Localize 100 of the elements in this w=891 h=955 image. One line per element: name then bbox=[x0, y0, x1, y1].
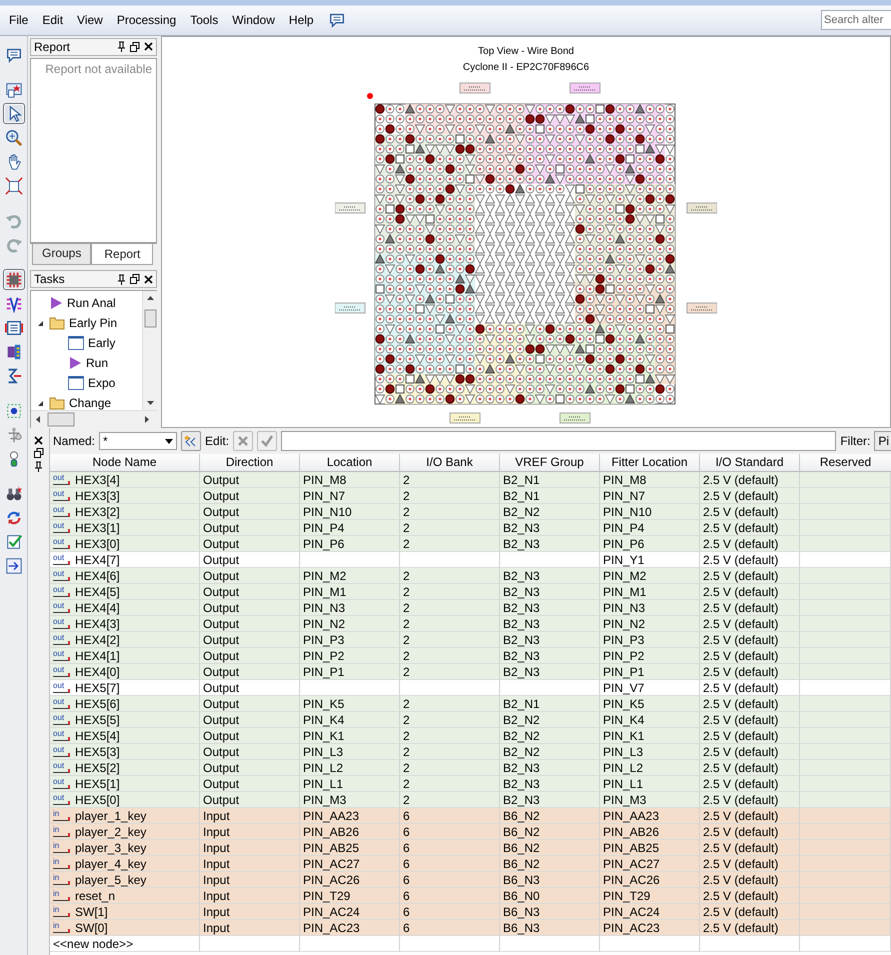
menu-item[interactable]: Help bbox=[282, 13, 321, 27]
table-cell: PIN_M3 bbox=[603, 793, 646, 807]
menu-item[interactable]: File bbox=[2, 13, 36, 27]
table-row[interactable]: in SW[1] Input PIN_AC24 6 B6_N3 PIN_AC24 2.5 V (default) bbox=[50, 904, 891, 920]
column-header[interactable]: VREF Group bbox=[500, 454, 600, 472]
table-cell: 2 bbox=[403, 649, 410, 663]
table-row[interactable]: out HEX5[0] Output PIN_M3 2 B2_N3 PIN_M3 2.5 V (default) bbox=[50, 792, 891, 808]
table-row[interactable]: out HEX4[0] Output PIN_P1 2 B2_N3 PIN_P1 2.5 V (default) bbox=[50, 664, 891, 680]
node-name: HEX4[1] bbox=[75, 648, 120, 663]
panel-tab[interactable]: Report bbox=[91, 244, 154, 266]
table-cell: PIN_N3 bbox=[603, 601, 646, 615]
task-item[interactable]: Early bbox=[88, 336, 116, 350]
table-row[interactable]: out HEX5[5] Output PIN_K4 2 B2_N2 PIN_K4 2.5 V (default) bbox=[50, 712, 891, 728]
filter-button[interactable]: Pi bbox=[874, 431, 891, 451]
table-row[interactable]: out HEX5[3] Output PIN_L3 2 B2_N2 PIN_L3 2.5 V (default) bbox=[50, 744, 891, 760]
column-header[interactable]: Fitter Location bbox=[600, 454, 700, 472]
table-cell: 2.5 V (default) bbox=[703, 537, 778, 551]
table-cell: Output bbox=[203, 633, 240, 647]
table-cell: PIN_L1 bbox=[303, 777, 344, 791]
table-cell: 2.5 V (default) bbox=[703, 665, 778, 679]
table-cell: PIN_M1 bbox=[303, 585, 346, 599]
menu-item[interactable]: Window bbox=[225, 13, 282, 27]
table-row[interactable]: out HEX4[6] Output PIN_M2 2 B2_N3 PIN_M2 2.5 V (default) bbox=[50, 568, 891, 584]
table-row[interactable]: in player_5_key Input PIN_AC26 6 B6_N3 PIN_AC26 2.5 V (default) bbox=[50, 872, 891, 888]
table-row[interactable]: out HEX5[7] Output PIN_V7 2.5 V (default) bbox=[50, 680, 891, 696]
node-name: HEX5[5] bbox=[75, 712, 120, 727]
table-row[interactable]: in SW[0] Input PIN_AC23 6 B6_N3 PIN_AC23 2.5 V (default) bbox=[50, 920, 891, 936]
table-row[interactable]: out HEX4[4] Output PIN_N3 2 B2_N3 PIN_N3 2.5 V (default) bbox=[50, 600, 891, 616]
task-item[interactable]: Early Pin bbox=[69, 316, 118, 330]
table-cell: PIN_L1 bbox=[603, 777, 644, 791]
table-row[interactable]: in player_4_key Input PIN_AC27 6 B6_N2 PIN_AC27 2.5 V (default) bbox=[50, 856, 891, 872]
table-row[interactable]: out HEX5[4] Output PIN_K1 2 B2_N2 PIN_K1 2.5 V (default) bbox=[50, 728, 891, 744]
table-cell: 2.5 V (default) bbox=[703, 553, 778, 567]
table-row[interactable]: out HEX4[5] Output PIN_M1 2 B2_N3 PIN_M1 2.5 V (default) bbox=[50, 584, 891, 600]
table-cell: Output bbox=[203, 649, 240, 663]
table-cell: Input bbox=[203, 921, 230, 935]
table-cell: 2.5 V (default) bbox=[703, 729, 778, 743]
node-name: HEX5[7] bbox=[75, 680, 120, 695]
table-row[interactable]: out HEX4[3] Output PIN_N2 2 B2_N3 PIN_N2 2.5 V (default) bbox=[50, 616, 891, 632]
table-cell: B2_N2 bbox=[503, 505, 540, 519]
node-name: HEX5[0] bbox=[75, 792, 120, 807]
table-cell: 2.5 V (default) bbox=[703, 857, 778, 871]
node-name: player_4_key bbox=[75, 856, 146, 871]
table-row[interactable]: in player_3_key Input PIN_AB25 6 B6_N2 PIN_AB25 2.5 V (default) bbox=[50, 840, 891, 856]
node-name: HEX3[2] bbox=[75, 504, 120, 519]
table-cell: PIN_AB26 bbox=[303, 825, 360, 839]
table-cell: B2_N1 bbox=[503, 697, 540, 711]
node-name: HEX4[0] bbox=[75, 664, 120, 679]
table-row[interactable]: out HEX4[1] Output PIN_P2 2 B2_N3 PIN_P2 2.5 V (default) bbox=[50, 648, 891, 664]
table-row[interactable]: out HEX4[2] Output PIN_P3 2 B2_N3 PIN_P3 2.5 V (default) bbox=[50, 632, 891, 648]
task-item[interactable]: Change bbox=[69, 396, 112, 410]
table-cell: B2_N3 bbox=[503, 601, 540, 615]
table-row[interactable]: out HEX5[1] Output PIN_L1 2 B2_N3 PIN_L1 2.5 V (default) bbox=[50, 776, 891, 792]
table-row[interactable]: out HEX3[3] Output PIN_N7 2 B2_N1 PIN_N7 2.5 V (default) bbox=[50, 488, 891, 504]
table-row[interactable]: out HEX3[0] Output PIN_P6 2 B2_N3 PIN_P6 2.5 V (default) bbox=[50, 536, 891, 552]
menu-item[interactable]: Tools bbox=[183, 13, 226, 27]
table-row[interactable]: out HEX3[4] Output PIN_M8 2 B2_N1 PIN_M8 2.5 V (default) bbox=[50, 472, 891, 488]
column-header[interactable]: Reserved bbox=[800, 454, 891, 472]
table-row[interactable]: in player_1_key Input PIN_AA23 6 B6_N2 PIN_AA23 2.5 V (default) bbox=[50, 808, 891, 824]
column-header[interactable]: I/O Standard bbox=[700, 454, 800, 472]
table-row[interactable]: out HEX5[2] Output PIN_L2 2 B2_N3 PIN_L2 2.5 V (default) bbox=[50, 760, 891, 776]
new-node-row[interactable]: <<new node>> bbox=[53, 937, 134, 951]
menu-item[interactable]: View bbox=[70, 13, 110, 27]
table-cell: Output bbox=[203, 473, 240, 487]
table-cell: 2 bbox=[403, 665, 410, 679]
menu-item[interactable]: Processing bbox=[110, 13, 184, 27]
column-header[interactable]: Location bbox=[300, 454, 400, 472]
table-cell: 2.5 V (default) bbox=[703, 601, 778, 615]
table-cell: Input bbox=[203, 905, 230, 919]
table-cell: 2 bbox=[403, 745, 410, 759]
table-row[interactable]: in reset_n Input PIN_T29 6 B6_N0 PIN_T29 2.5 V (default) bbox=[50, 888, 891, 904]
panel-tab[interactable]: Groups bbox=[32, 244, 92, 266]
table-cell: Output bbox=[203, 569, 240, 583]
table-cell: PIN_V7 bbox=[603, 681, 644, 695]
table-cell: 6 bbox=[403, 809, 410, 823]
table-cell: Input bbox=[203, 809, 230, 823]
table-cell: Output bbox=[203, 665, 240, 679]
table-row[interactable]: out HEX3[1] Output PIN_P4 2 B2_N3 PIN_P4 2.5 V (default) bbox=[50, 520, 891, 536]
table-row[interactable]: in player_2_key Input PIN_AB26 6 B6_N2 PIN_AB26 2.5 V (default) bbox=[50, 824, 891, 840]
table-cell: 2 bbox=[403, 601, 410, 615]
table-cell: PIN_AA23 bbox=[603, 809, 660, 823]
column-header[interactable]: I/O Bank bbox=[400, 454, 500, 472]
table-row[interactable]: out HEX5[6] Output PIN_K5 2 B2_N1 PIN_K5 2.5 V (default) bbox=[50, 696, 891, 712]
task-item[interactable]: Run Anal bbox=[67, 296, 116, 310]
column-header[interactable]: Direction bbox=[200, 454, 300, 472]
table-row[interactable]: out HEX4[7] Output PIN_Y1 2.5 V (default) bbox=[50, 552, 891, 568]
table-cell: B6_N2 bbox=[503, 857, 540, 871]
table-cell: B2_N2 bbox=[503, 729, 540, 743]
table-cell: 2.5 V (default) bbox=[703, 889, 778, 903]
named-filter-dropdown[interactable]: * bbox=[99, 432, 178, 450]
task-item[interactable]: Expo bbox=[88, 376, 116, 390]
search-field[interactable]: Search alter bbox=[821, 10, 891, 30]
table-row[interactable]: out HEX3[2] Output PIN_N10 2 B2_N2 PIN_N10 2.5 V (default) bbox=[50, 504, 891, 520]
menu-item[interactable]: Edit bbox=[35, 13, 70, 27]
table-row[interactable]: <<new node>> bbox=[50, 936, 891, 952]
table-cell: PIN_M8 bbox=[603, 473, 646, 487]
task-item[interactable]: Run bbox=[86, 356, 108, 370]
table-cell: PIN_AB26 bbox=[603, 825, 660, 839]
column-header[interactable]: Node Name bbox=[50, 454, 200, 472]
table-cell: B2_N3 bbox=[503, 649, 540, 663]
